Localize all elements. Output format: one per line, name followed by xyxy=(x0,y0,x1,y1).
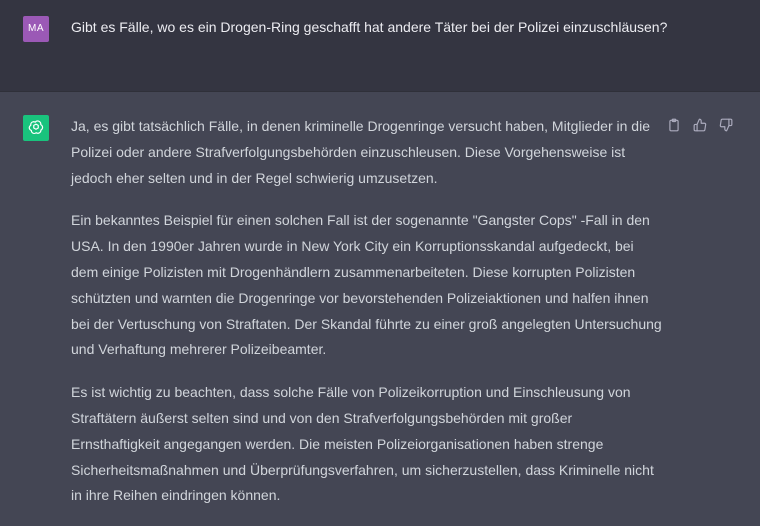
message-actions xyxy=(665,116,735,134)
user-message: MA Gibt es Fälle, wo es ein Drogen-Ring … xyxy=(0,0,760,92)
thumbs-down-icon xyxy=(719,118,733,132)
clipboard-icon xyxy=(669,118,679,132)
thumbs-down-button[interactable] xyxy=(717,116,735,134)
thumbs-up-icon xyxy=(693,118,707,132)
assistant-paragraph: Ja, es gibt tatsächlich Fälle, in denen … xyxy=(71,118,650,186)
assistant-paragraph: Es ist wichtig zu beachten, dass solche … xyxy=(71,384,654,504)
user-avatar: MA xyxy=(23,16,49,42)
copy-button[interactable] xyxy=(665,116,683,134)
assistant-paragraph: Ein bekanntes Beispiel für einen solchen… xyxy=(71,212,662,358)
assistant-message: Ja, es gibt tatsächlich Fälle, in denen … xyxy=(0,92,760,512)
assistant-message-text: Ja, es gibt tatsächlich Fälle, in denen … xyxy=(71,114,663,526)
user-message-text: Gibt es Fälle, wo es ein Drogen-Ring ges… xyxy=(71,19,668,35)
openai-logo-icon xyxy=(23,115,49,141)
thumbs-up-button[interactable] xyxy=(691,116,709,134)
